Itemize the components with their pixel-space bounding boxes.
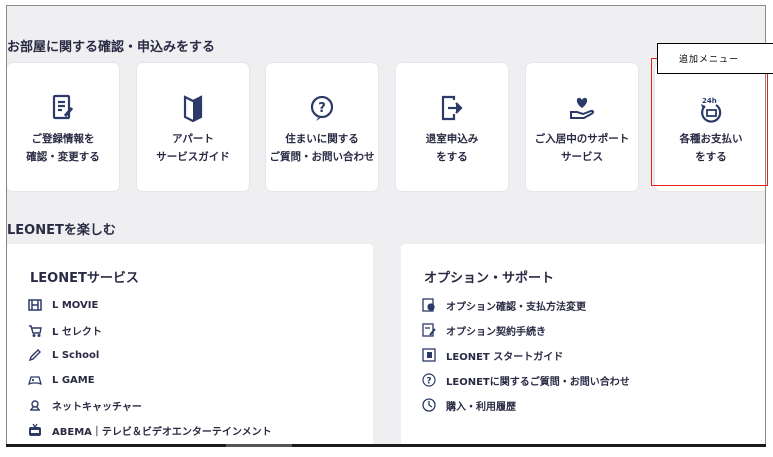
panel-title: LEONETサービス [30, 271, 139, 286]
question-circle-icon: ? [421, 372, 437, 388]
item-label: L MOVIE [52, 299, 99, 311]
card-label: ご登録情報を 確認・変更する [26, 133, 100, 163]
card-label: 退室申込み をする [425, 133, 479, 163]
bottom-scrollbar-thumb[interactable] [226, 444, 292, 447]
options-support-panel: オプション・サポート オプション確認・支払方法変更 オプション契約手続き LEO… [401, 244, 765, 444]
card-apartment-guide[interactable]: アパート サービスガイド [137, 63, 249, 191]
item-label: 購入・利用履歴 [446, 401, 516, 413]
question-icon: ? [266, 94, 378, 124]
claw-icon [27, 397, 43, 413]
section-title-room: お部屋に関する確認・申込みをする [7, 40, 216, 55]
option-item-confirm-payment[interactable]: オプション確認・支払方法変更 [421, 296, 586, 314]
item-label: L セレクト [52, 326, 102, 338]
option-item-start-guide[interactable]: LEONET スタートガイド [421, 346, 563, 364]
leonet-services-panel: LEONETサービス L MOVIE L セレクト L School L GAM… [7, 244, 373, 444]
svg-text:?: ? [318, 101, 326, 116]
item-label: LEONETに関するご質問・お問い合わせ [446, 376, 630, 388]
heart-hand-icon [526, 94, 638, 124]
option-item-leonet-inquiry[interactable]: ? LEONETに関するご質問・お問い合わせ [421, 371, 630, 389]
annotation-callout: 追加メニュー [657, 43, 773, 74]
clock-icon [421, 397, 437, 413]
panel-title: オプション・サポート [424, 271, 555, 286]
item-label: ネットキャッチャー [52, 401, 142, 413]
cart-icon [27, 322, 43, 338]
item-label: オプション確認・支払方法変更 [446, 301, 586, 313]
card-support-service[interactable]: ご入居中のサポート サービス [526, 63, 638, 191]
film-icon [27, 297, 43, 313]
service-item-l-movie[interactable]: L MOVIE [27, 296, 98, 314]
option-item-purchase-history[interactable]: 購入・利用履歴 [421, 396, 516, 414]
contract-edit-icon [421, 322, 437, 338]
card-registration-info[interactable]: ご登録情報を 確認・変更する [7, 63, 119, 191]
item-label: LEONET スタートガイド [446, 351, 564, 363]
card-housing-inquiry[interactable]: ? 住まいに関する ご質問・お問い合わせ [266, 63, 378, 191]
gamepad-icon [27, 372, 43, 388]
service-item-l-game[interactable]: L GAME [27, 371, 95, 389]
document-edit-icon [7, 94, 119, 124]
pencil-icon [27, 347, 43, 363]
item-label: ABEMA｜テレビ＆ビデオエンターテインメント [52, 426, 272, 438]
service-item-l-select[interactable]: L セレクト [27, 321, 102, 339]
tv-icon [27, 422, 43, 438]
option-item-contract[interactable]: オプション契約手続き [421, 321, 546, 339]
guide-book-icon [421, 347, 437, 363]
card-label: ご入居中のサポート サービス [534, 133, 630, 163]
card-label: アパート サービスガイド [156, 133, 230, 163]
service-item-l-school[interactable]: L School [27, 346, 99, 364]
card-move-out[interactable]: 退室申込み をする [396, 63, 508, 191]
item-label: オプション契約手続き [446, 326, 546, 338]
item-label: L GAME [52, 374, 95, 386]
item-label: L School [52, 349, 100, 361]
bookmark-icon [137, 94, 249, 124]
section-title-leonet: LEONETを楽しむ [7, 223, 116, 238]
service-item-net-catcher[interactable]: ネットキャッチャー [27, 396, 142, 414]
card-label: 住まいに関する ご質問・お問い合わせ [269, 133, 375, 163]
exit-door-icon [396, 94, 508, 124]
option-card-icon [421, 297, 437, 313]
highlight-box [651, 58, 768, 186]
service-item-abema[interactable]: ABEMA｜テレビ＆ビデオエンターテインメント [27, 421, 272, 439]
bottom-scrollbar-track [6, 444, 766, 447]
svg-text:?: ? [426, 377, 431, 387]
